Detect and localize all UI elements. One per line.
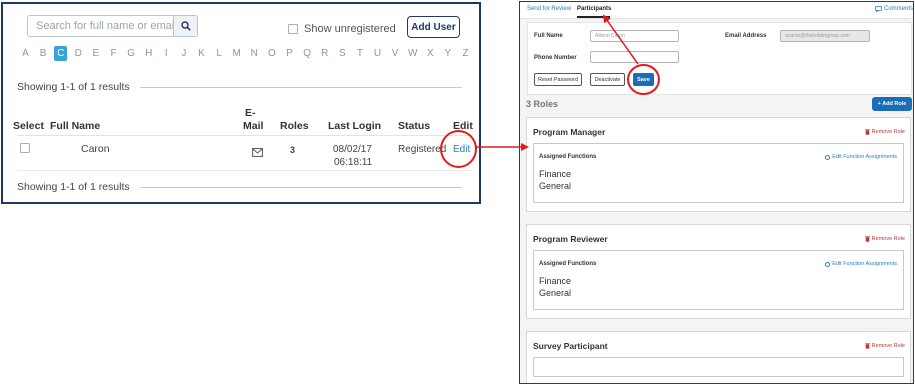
save-to-tab-arrow (602, 14, 639, 65)
annotation-arrows (475, 14, 639, 151)
